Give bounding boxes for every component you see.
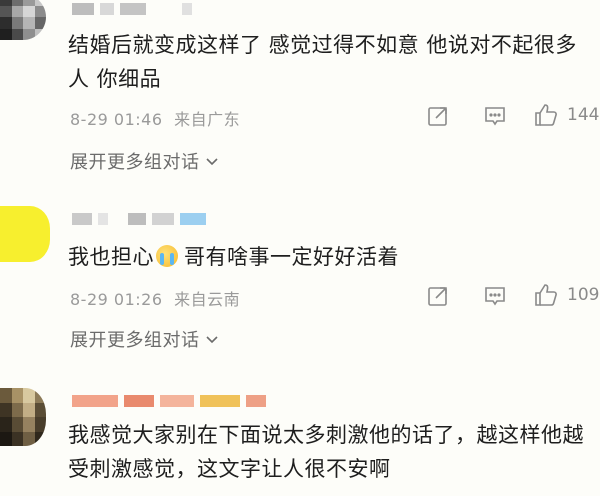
comment-text: 我也担心 哥有啥事一定好好活着: [68, 240, 593, 274]
expand-conversation-link[interactable]: 展开更多组对话: [70, 326, 220, 352]
comment-button[interactable]: [483, 104, 507, 128]
comment-meta: 8-29 01:26 来自云南: [70, 286, 240, 310]
comment-text: 结婚后就变成这样了 感觉过得不如意 他说对不起很多人 你细品: [68, 33, 577, 91]
avatar[interactable]: [0, 0, 46, 40]
comment-location: 来自云南: [174, 290, 241, 309]
like-button[interactable]: 109: [533, 282, 599, 308]
username-blurred[interactable]: [72, 394, 266, 408]
thumbs-up-icon: [535, 284, 557, 306]
comment-text-part-2: 哥有啥事一定好好活着: [184, 245, 399, 269]
like-button[interactable]: 144: [533, 102, 599, 128]
avatar[interactable]: [0, 206, 50, 262]
username-blurred[interactable]: [72, 2, 192, 16]
expand-label: 展开更多组对话: [70, 330, 200, 351]
comment-location: 来自广东: [174, 110, 241, 129]
username-blurred[interactable]: [72, 212, 206, 226]
expand-label: 展开更多组对话: [70, 152, 200, 173]
comment-text-part-1: 我也担心: [68, 245, 154, 269]
avatar[interactable]: [0, 388, 46, 446]
like-count: 109: [567, 285, 600, 305]
comment-button[interactable]: [483, 284, 507, 308]
expand-conversation-link[interactable]: 展开更多组对话: [70, 148, 220, 174]
share-icon: [428, 107, 447, 126]
share-button[interactable]: [426, 284, 450, 308]
like-count: 144: [567, 105, 600, 125]
crying-face-emoji: [156, 245, 178, 267]
share-icon: [428, 287, 447, 306]
share-button[interactable]: [426, 104, 450, 128]
comment-icon: [485, 287, 505, 306]
chevron-down-icon: [205, 336, 218, 344]
comment-icon: [485, 107, 505, 126]
comment-text: 我感觉大家别在下面说太多刺激他的话了，越这样他越受刺激感觉，这文字让人很不安啊: [68, 423, 584, 481]
chevron-down-icon: [205, 158, 218, 166]
comment-time: 8-29 01:46: [70, 110, 163, 129]
comment-time: 8-29 01:26: [70, 290, 163, 309]
comment-meta: 8-29 01:46 来自广东: [70, 106, 240, 130]
thumbs-up-icon: [535, 104, 557, 126]
